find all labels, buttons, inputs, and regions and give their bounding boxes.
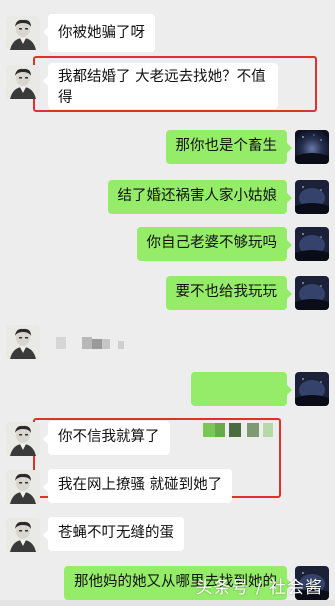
night-sky-avatar-icon[interactable] bbox=[295, 227, 329, 261]
message-bubble[interactable]: 你自己老婆不够玩吗 bbox=[136, 227, 292, 261]
message-row bbox=[0, 372, 335, 437]
message-bubble[interactable]: 要不也给我玩玩 bbox=[165, 276, 292, 310]
message-row: 那你也是个畜生 bbox=[0, 130, 335, 166]
message-bubble[interactable] bbox=[191, 372, 292, 437]
message-bubble[interactable]: 我都结婚了 大老远去找她？不值 得 bbox=[43, 63, 278, 109]
night-sky-avatar-icon[interactable] bbox=[295, 276, 329, 310]
message-row: 我都结婚了 大老远去找她？不值 得 bbox=[0, 63, 335, 111]
portrait-avatar-icon[interactable] bbox=[6, 325, 40, 359]
portrait-avatar-icon[interactable] bbox=[6, 470, 40, 504]
message-row: 我在网上撩骚 就碰到她了 bbox=[0, 469, 335, 505]
message-row: 你不信我就算了 bbox=[0, 421, 335, 457]
watermark-text: 头条号 / 社会酱 bbox=[195, 578, 323, 598]
message-bubble[interactable]: 你不信我就算了 bbox=[43, 421, 170, 455]
pixelated-message bbox=[56, 335, 128, 351]
message-row: 苍蝇不叮无缝的蛋 bbox=[0, 517, 335, 553]
message-bubble[interactable]: 你被她骗了呀 bbox=[43, 14, 155, 52]
message-row bbox=[0, 325, 335, 361]
message-row: 你被她骗了呀 bbox=[0, 14, 335, 52]
night-sky-avatar-icon[interactable] bbox=[295, 130, 329, 164]
message-bubble[interactable]: 那你也是个畜生 bbox=[165, 130, 292, 164]
portrait-avatar-icon[interactable] bbox=[6, 422, 40, 456]
message-row: 结了婚还祸害人家小姑娘 bbox=[0, 180, 335, 216]
portrait-avatar-icon[interactable] bbox=[6, 16, 40, 50]
night-sky-avatar-icon[interactable] bbox=[295, 372, 329, 406]
message-row: 你自己老婆不够玩吗 bbox=[0, 227, 335, 263]
message-bubble[interactable]: 我在网上撩骚 就碰到她了 bbox=[42, 469, 233, 503]
night-sky-avatar-icon[interactable] bbox=[295, 180, 329, 214]
bottom-edge bbox=[0, 600, 335, 606]
portrait-avatar-icon[interactable] bbox=[6, 65, 40, 99]
chat-area[interactable]: 你被她骗了呀 我都结婚了 大老远去找她？不值 得 那你也是个畜生 结了婚还祸害人… bbox=[0, 0, 335, 606]
message-row: 要不也给我玩玩 bbox=[0, 276, 335, 312]
message-bubble[interactable]: 结了婚还祸害人家小姑娘 bbox=[107, 180, 292, 214]
portrait-avatar-icon[interactable] bbox=[6, 518, 40, 552]
message-bubble[interactable]: 苍蝇不叮无缝的蛋 bbox=[43, 517, 184, 551]
